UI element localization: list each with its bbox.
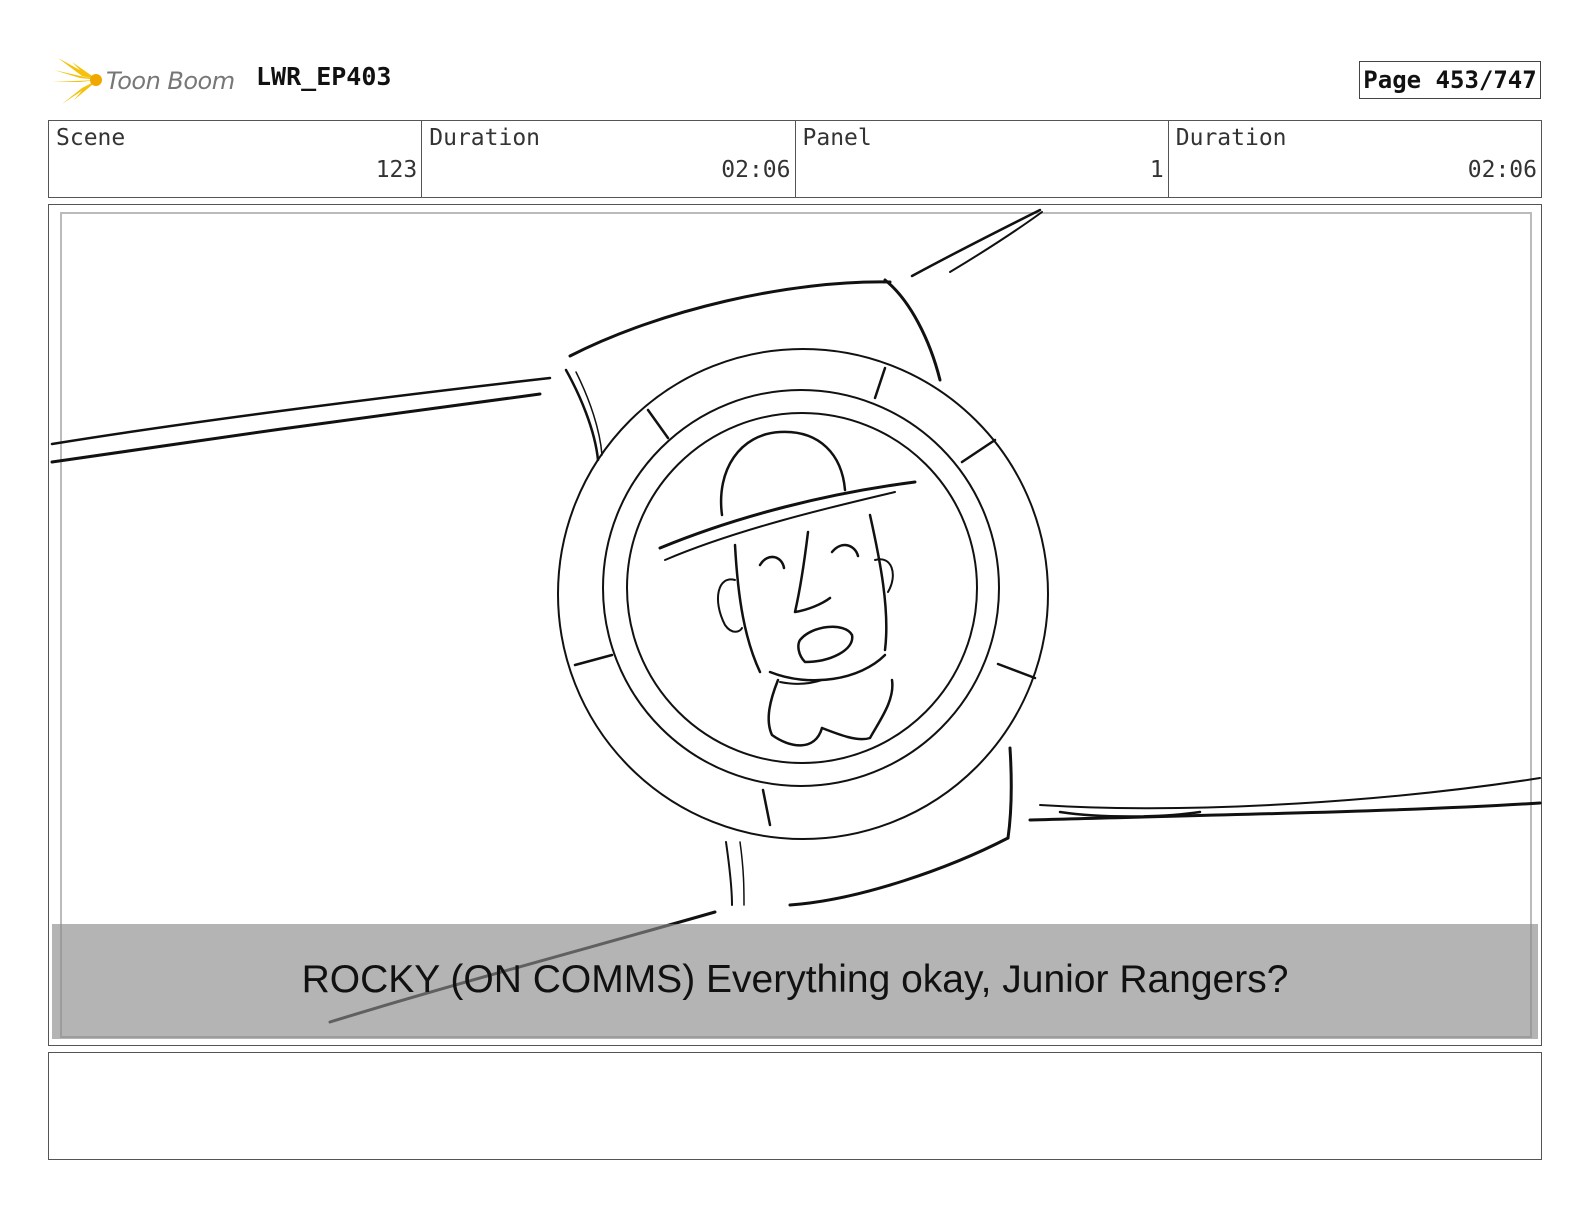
panel-notes-box: [48, 1052, 1542, 1160]
dialogue-caption: ROCKY (ON COMMS) Everything okay, Junior…: [301, 958, 1289, 1001]
storyboard-sketch: [50, 208, 1542, 1024]
